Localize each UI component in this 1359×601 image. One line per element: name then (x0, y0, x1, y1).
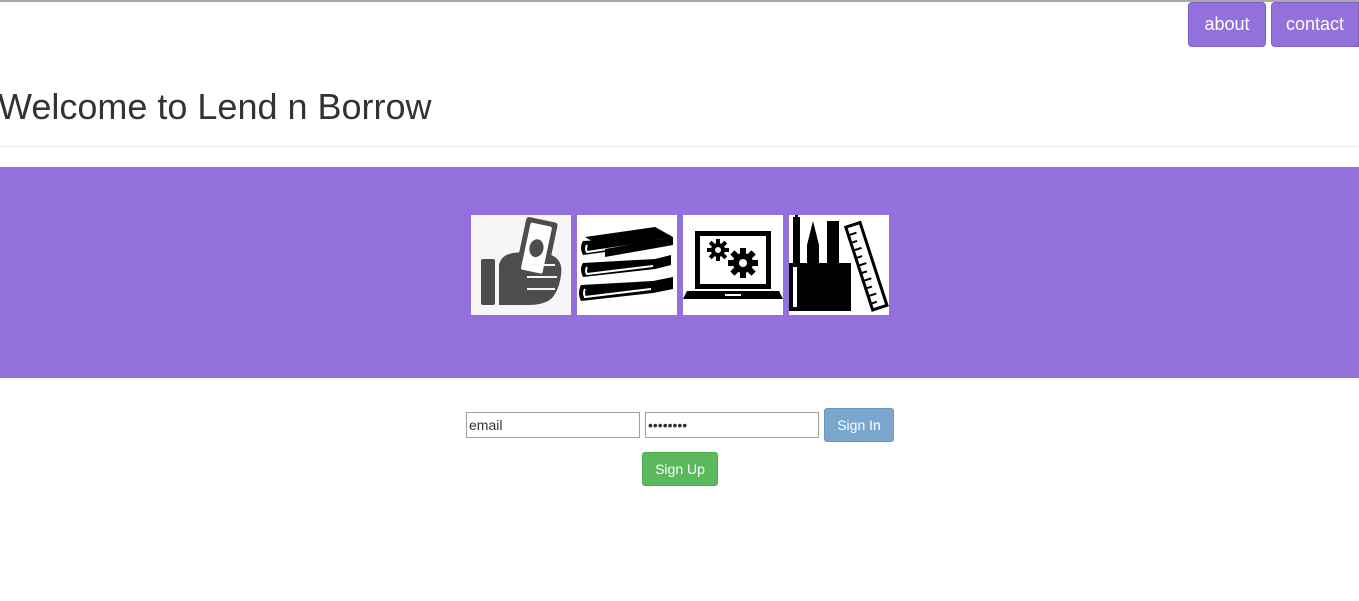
laptop-gears-icon (683, 215, 783, 315)
page-title: Welcome to Lend n Borrow (0, 86, 432, 127)
about-button[interactable]: about (1188, 2, 1266, 47)
sign-up-button[interactable]: Sign Up (642, 452, 718, 486)
top-border (0, 0, 1359, 2)
money-hand-icon (471, 215, 571, 315)
login-form: Sign In (466, 408, 894, 442)
top-nav: about contact (1188, 2, 1359, 47)
books-icon (577, 215, 677, 315)
sign-in-button[interactable]: Sign In (824, 408, 894, 442)
hero-banner (0, 167, 1359, 378)
email-input[interactable] (466, 412, 640, 438)
contact-button[interactable]: contact (1271, 2, 1359, 47)
stationery-icon (789, 215, 889, 315)
password-input[interactable] (645, 412, 819, 438)
category-icons (471, 215, 889, 315)
header-divider (0, 146, 1359, 147)
